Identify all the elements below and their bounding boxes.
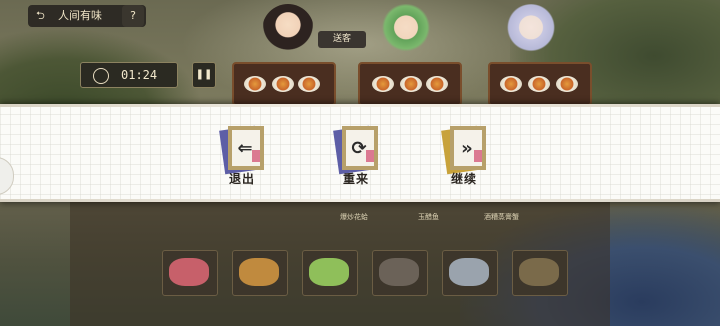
dish-label: 爆炒花蛤 <box>340 213 368 221</box>
dish <box>426 76 448 92</box>
exit-button[interactable]: ⇐ 退出 <box>214 124 278 190</box>
retry-label: 重来 <box>342 172 369 186</box>
continue-label: 继续 <box>450 172 477 186</box>
dish <box>298 76 320 92</box>
customer-2-portrait[interactable] <box>380 4 432 56</box>
scallion-icon <box>309 258 349 286</box>
level-title: 人间有味 <box>58 9 102 22</box>
continue-button[interactable]: » 继续 <box>436 124 500 190</box>
customer-1-portrait[interactable] <box>262 4 314 56</box>
meat-icon <box>169 258 209 286</box>
dish <box>244 76 266 92</box>
customer-2-speech: 送客 <box>318 31 366 48</box>
dish-label: 酒糟蒸膏蟹 <box>484 213 519 221</box>
crab-icon <box>519 258 559 286</box>
banner-top-edge <box>0 104 720 107</box>
stamp-decoration <box>366 150 374 162</box>
peanuts-icon <box>239 258 279 286</box>
pause-button[interactable]: ❚❚ <box>192 62 216 88</box>
dish <box>272 76 294 92</box>
dish <box>372 76 394 92</box>
return-arrow-icon: ⮌ <box>36 9 45 22</box>
banner-bottom-edge <box>0 199 720 202</box>
dish <box>556 76 578 92</box>
countdown-timer: 01:24 <box>80 62 178 88</box>
customer-3-portrait[interactable] <box>505 4 557 56</box>
dish <box>400 76 422 92</box>
timer-value: 01:24 <box>121 68 158 82</box>
help-button[interactable]: ? <box>122 5 144 27</box>
clock-icon <box>93 68 109 84</box>
stamp-decoration <box>252 150 260 162</box>
fish-icon <box>449 258 489 286</box>
stamp-decoration <box>474 150 482 162</box>
dish-label: 玉醋鱼 <box>418 213 439 221</box>
exit-label: 退出 <box>228 172 255 186</box>
retry-button[interactable]: ⟳ 重来 <box>328 124 392 190</box>
dish <box>500 76 522 92</box>
clams-icon <box>379 258 419 286</box>
dish <box>528 76 550 92</box>
